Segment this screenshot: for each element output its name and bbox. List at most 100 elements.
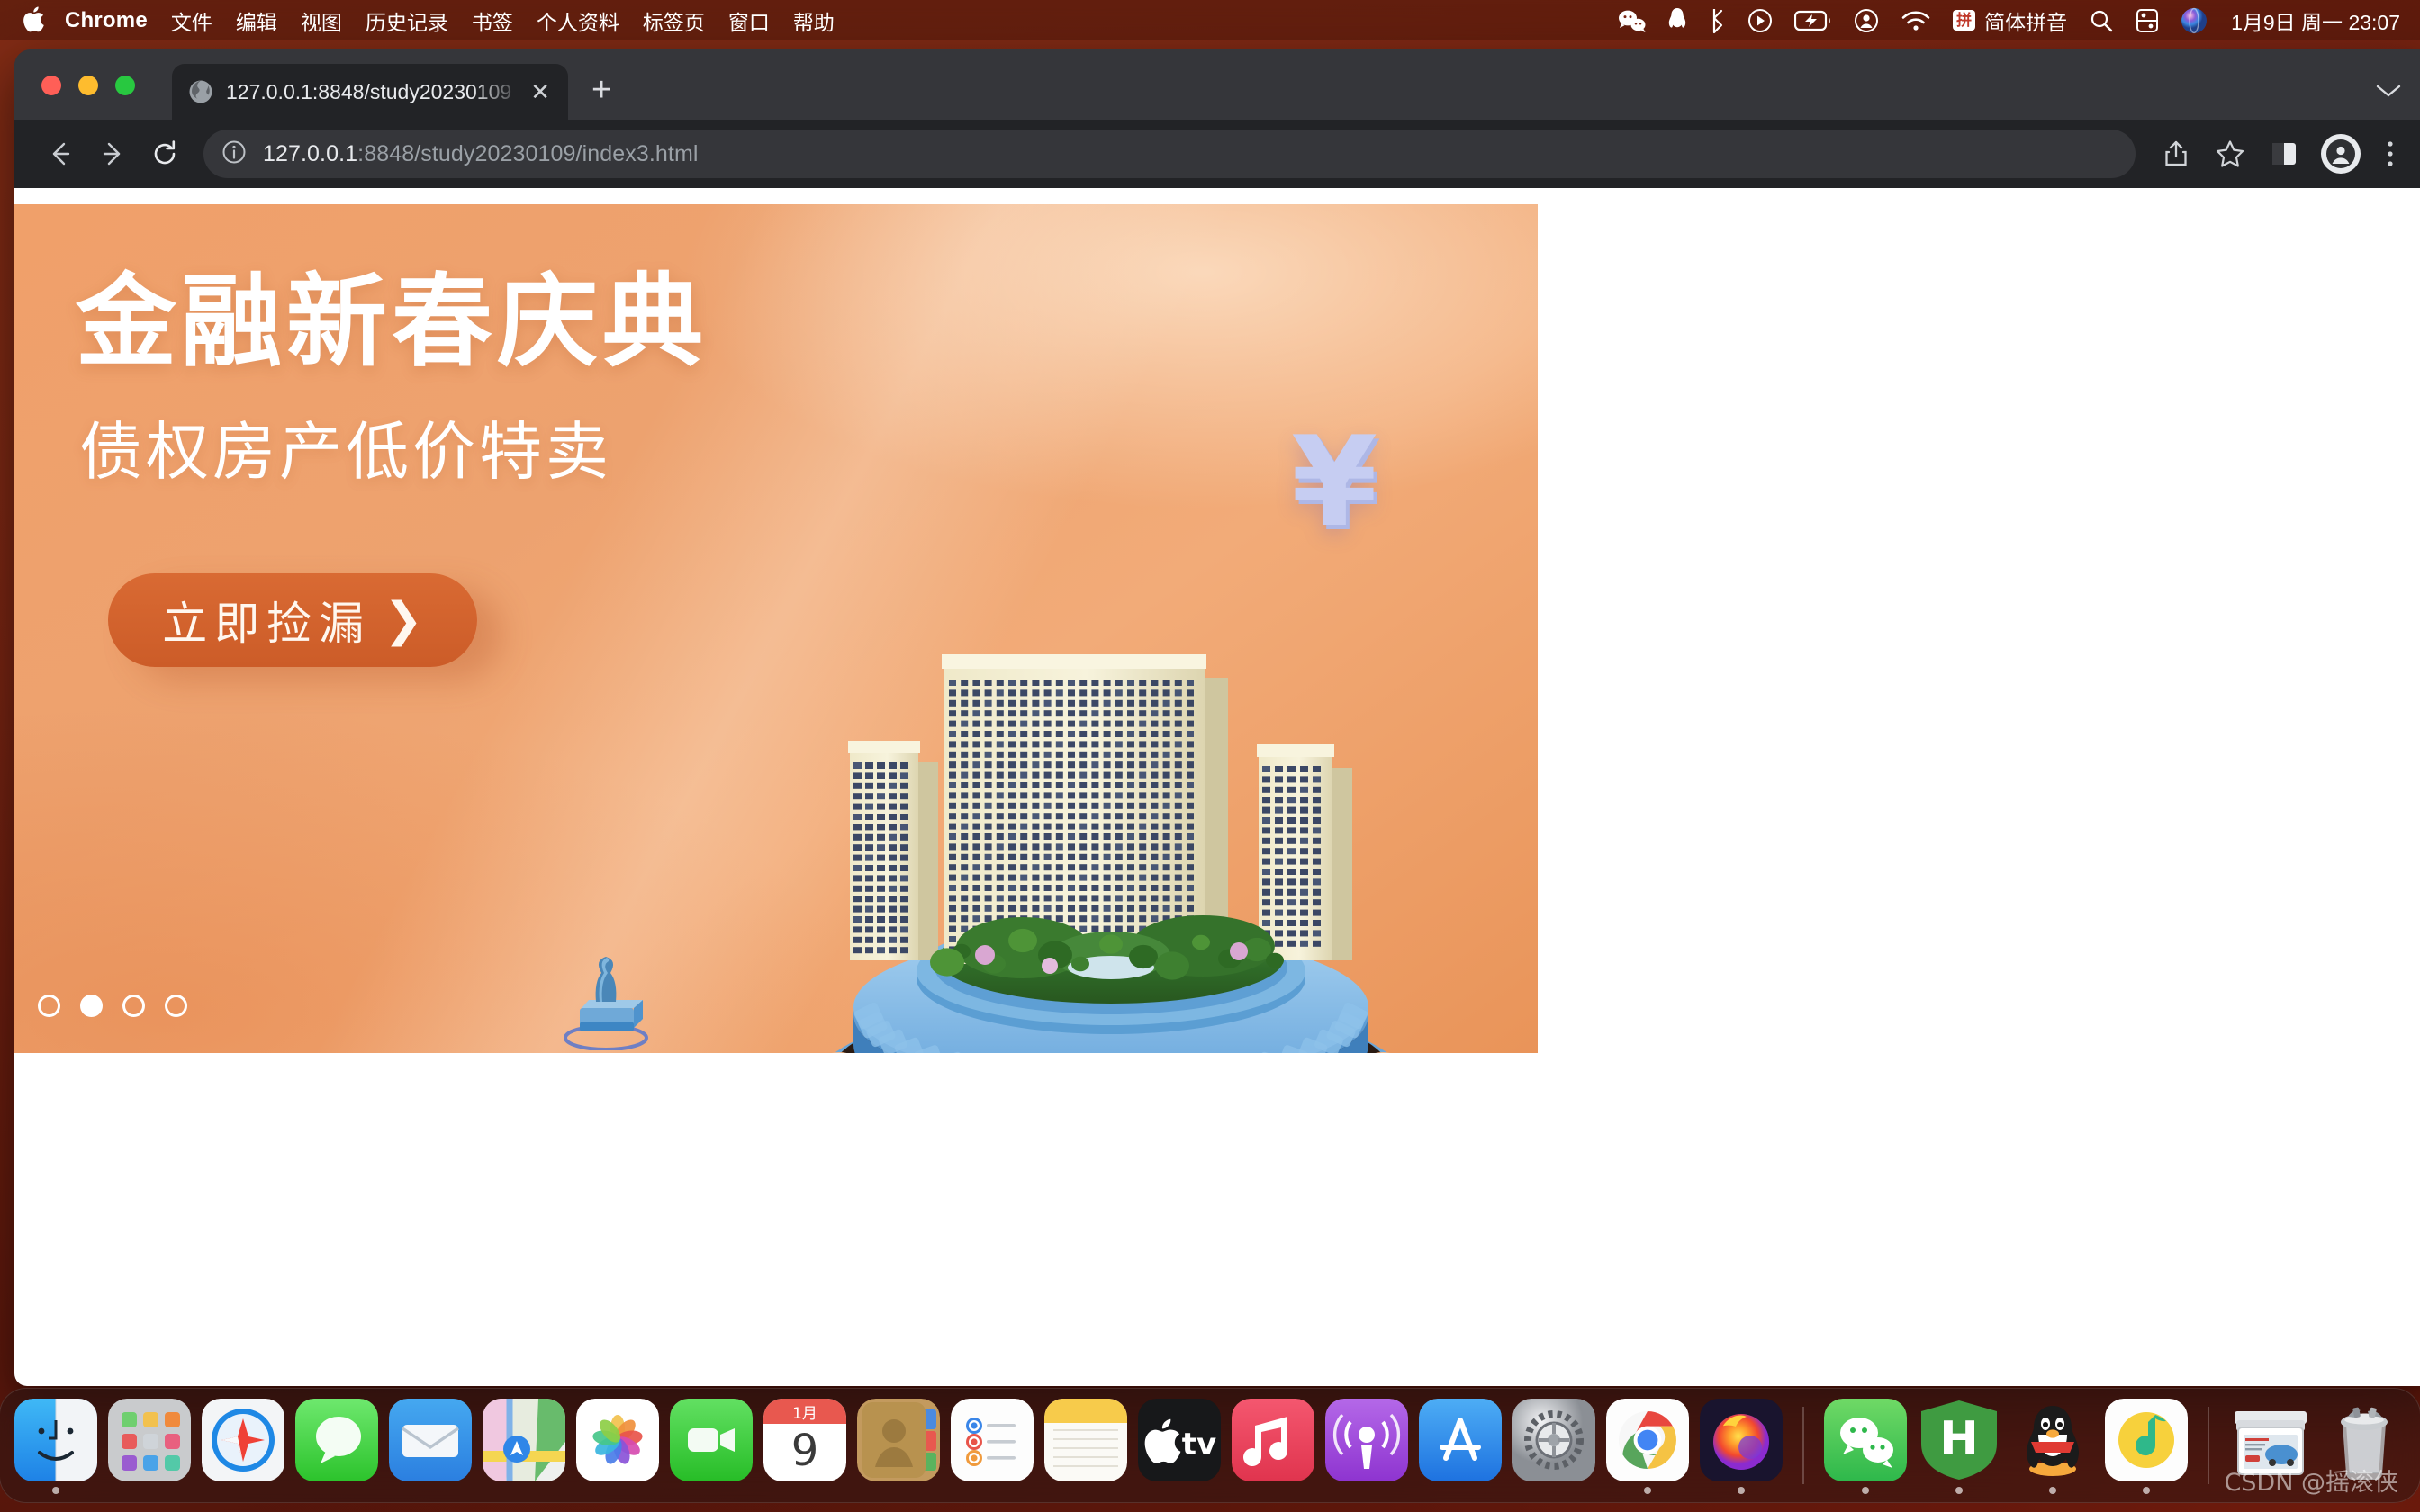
dock-item-maps[interactable] bbox=[483, 1399, 565, 1492]
menu-item-profile[interactable]: 个人资料 bbox=[537, 5, 619, 36]
globe-icon bbox=[188, 79, 213, 104]
dock-item-launchpad[interactable] bbox=[108, 1399, 191, 1492]
wifi-icon[interactable] bbox=[1901, 0, 1931, 40]
close-window-button[interactable] bbox=[41, 76, 61, 95]
menu-app-name[interactable]: Chrome bbox=[65, 8, 148, 33]
carousel-dot-3[interactable] bbox=[165, 994, 187, 1017]
svg-text:9: 9 bbox=[791, 1426, 819, 1476]
dock-item-music[interactable] bbox=[1232, 1399, 1314, 1492]
wechat-icon bbox=[1824, 1399, 1907, 1481]
apple-logo-icon[interactable] bbox=[22, 6, 45, 33]
dock-item-trash[interactable] bbox=[2323, 1399, 2406, 1492]
chevron-right-icon: ❯ bbox=[384, 593, 423, 647]
siri-icon[interactable] bbox=[2181, 0, 2208, 40]
side-panel-icon[interactable] bbox=[2260, 130, 2308, 178]
browser-tab[interactable]: 127.0.0.1:8848/study20230109 ✕ bbox=[172, 64, 568, 120]
launchpad-icon bbox=[108, 1399, 191, 1481]
dock-running-indicator bbox=[1862, 1487, 1869, 1494]
user-account-icon[interactable] bbox=[1854, 0, 1879, 40]
menu-item-bookmarks[interactable]: 书签 bbox=[472, 5, 513, 36]
facetime-icon bbox=[670, 1399, 753, 1481]
dock-running-indicator bbox=[1738, 1487, 1745, 1494]
dock-item-apple-tv[interactable]: tv bbox=[1138, 1399, 1221, 1492]
dock-item-mail[interactable] bbox=[389, 1399, 472, 1492]
arrow-right-icon[interactable] bbox=[86, 128, 139, 180]
cta-button[interactable]: 立即捡漏 ❯ bbox=[108, 573, 477, 667]
dock-item-reminders[interactable] bbox=[951, 1399, 1034, 1492]
dock-item-qq-music[interactable] bbox=[2105, 1399, 2188, 1494]
svg-text:tv: tv bbox=[1182, 1426, 1216, 1462]
dock-item-facetime[interactable] bbox=[670, 1399, 753, 1492]
bluetooth-icon[interactable] bbox=[1708, 0, 1726, 40]
screen-record-icon[interactable] bbox=[1747, 0, 1773, 40]
url-path: :8848/study20230109/index3.html bbox=[357, 140, 699, 166]
close-icon[interactable]: ✕ bbox=[525, 76, 555, 107]
chrome-window: 127.0.0.1:8848/study20230109 ✕ + 127.0.0… bbox=[14, 50, 2420, 1386]
carousel-dots[interactable] bbox=[38, 994, 187, 1017]
dock-item-app-store[interactable] bbox=[1419, 1399, 1502, 1492]
menu-item-help[interactable]: 帮助 bbox=[793, 5, 835, 36]
dock-item-podcasts[interactable] bbox=[1325, 1399, 1408, 1492]
address-bar[interactable]: 127.0.0.1:8848/study20230109/index3.html bbox=[203, 130, 2136, 178]
dock-running-indicator bbox=[52, 1487, 59, 1494]
qq-icon[interactable] bbox=[1668, 0, 1686, 40]
maximize-window-button[interactable] bbox=[115, 76, 135, 95]
qq-music-icon bbox=[2105, 1399, 2188, 1481]
cta-label: 立即捡漏 bbox=[162, 598, 372, 650]
control-center-icon[interactable] bbox=[2136, 0, 2159, 40]
menu-item-window[interactable]: 窗口 bbox=[728, 5, 770, 36]
new-tab-button[interactable]: + bbox=[568, 73, 611, 120]
reload-icon[interactable] bbox=[139, 128, 191, 180]
dock-item-finder[interactable] bbox=[14, 1399, 97, 1494]
dock-item-firefox[interactable] bbox=[1700, 1399, 1783, 1494]
minimize-window-button[interactable] bbox=[78, 76, 98, 95]
menu-item-history[interactable]: 历史记录 bbox=[366, 5, 448, 36]
battery-charging-icon[interactable] bbox=[1794, 0, 1832, 40]
menu-item-file[interactable]: 文件 bbox=[171, 5, 212, 36]
menu-item-view[interactable]: 视图 bbox=[301, 5, 342, 36]
dock-item-hbuilder[interactable]: H bbox=[1918, 1399, 2000, 1494]
banner-title: 金融新春庆典 bbox=[76, 264, 708, 381]
dock-item-photos[interactable] bbox=[576, 1399, 659, 1492]
qq-icon bbox=[2011, 1399, 2094, 1481]
carousel-dot-2[interactable] bbox=[122, 994, 145, 1017]
maps-icon bbox=[483, 1399, 565, 1481]
arrow-left-icon[interactable] bbox=[34, 128, 86, 180]
dock-separator bbox=[1802, 1407, 1804, 1484]
reminders-icon bbox=[951, 1399, 1034, 1481]
chevron-down-icon[interactable] bbox=[2373, 81, 2404, 105]
dock-item-qq[interactable] bbox=[2011, 1399, 2094, 1494]
url-host: 127.0.0.1 bbox=[263, 140, 358, 166]
dock-item-chrome[interactable] bbox=[1606, 1399, 1689, 1494]
calendar-icon: 1月 9 bbox=[763, 1399, 846, 1481]
dock-item-contacts[interactable] bbox=[857, 1399, 940, 1492]
carousel-dot-1[interactable] bbox=[80, 994, 103, 1017]
ime-indicator[interactable]: 拼 简体拼音 bbox=[1953, 0, 2067, 40]
messages-icon bbox=[295, 1399, 378, 1481]
three-dot-menu-icon[interactable] bbox=[2366, 130, 2415, 178]
city-3d-illustration bbox=[753, 591, 1464, 1053]
dock-item-safari[interactable] bbox=[202, 1399, 284, 1492]
menu-item-edit[interactable]: 编辑 bbox=[236, 5, 277, 36]
dock-item-notes[interactable] bbox=[1044, 1399, 1127, 1492]
wechat-icon[interactable] bbox=[1618, 0, 1647, 40]
app-store-icon bbox=[1419, 1399, 1502, 1481]
system-settings-icon bbox=[1512, 1399, 1595, 1481]
profile-avatar-icon[interactable] bbox=[2321, 134, 2361, 174]
dock-item-system-settings[interactable] bbox=[1512, 1399, 1595, 1492]
dock-item-calendar[interactable]: 1月 9 bbox=[763, 1399, 846, 1492]
promo-banner-carousel[interactable]: 金融新春庆典 债权房产低价特卖 立即捡漏 ❯ ¥ bbox=[14, 204, 1538, 1053]
tab-title: 127.0.0.1:8848/study20230109 bbox=[226, 79, 512, 104]
dock-item-downloads-stack[interactable] bbox=[2229, 1399, 2312, 1492]
dock-item-messages[interactable] bbox=[295, 1399, 378, 1492]
info-circle-icon[interactable] bbox=[221, 140, 247, 169]
firefox-icon bbox=[1700, 1399, 1783, 1481]
menu-item-tabs[interactable]: 标签页 bbox=[643, 5, 705, 36]
menu-clock[interactable]: 1月9日 周一 23:07 bbox=[2231, 5, 2400, 36]
mail-icon bbox=[389, 1399, 472, 1481]
dock-item-wechat[interactable] bbox=[1824, 1399, 1907, 1494]
star-icon[interactable] bbox=[2206, 130, 2254, 178]
search-icon[interactable] bbox=[2089, 0, 2114, 40]
carousel-dot-0[interactable] bbox=[38, 994, 60, 1017]
share-icon[interactable] bbox=[2152, 130, 2200, 178]
